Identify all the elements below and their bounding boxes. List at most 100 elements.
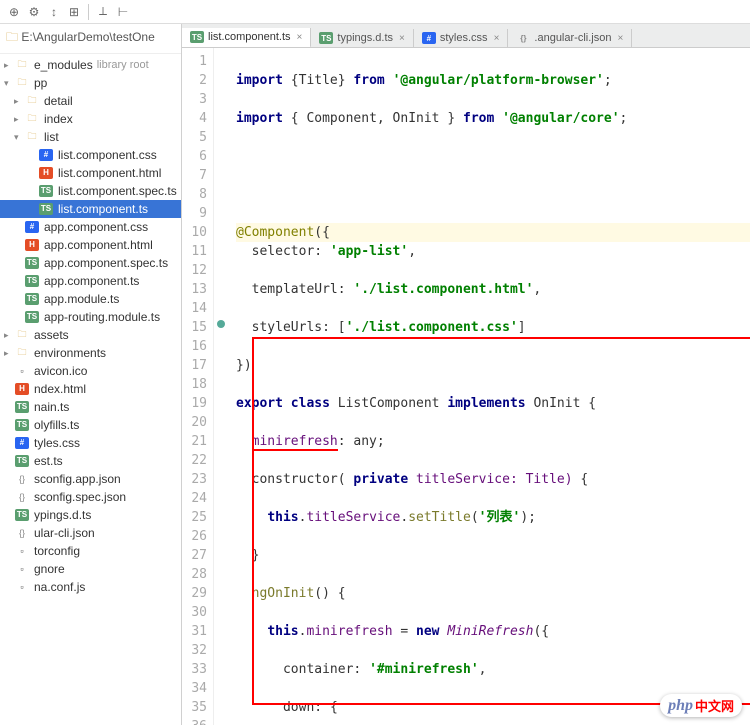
line-number: 6 [182,147,207,166]
tree-item[interactable]: #app.component.css [0,218,181,236]
logo-cn: 中文网 [695,696,734,715]
tree-label: app.component.ts [44,274,139,288]
project-tree[interactable]: ▸🗀e_moduleslibrary root▾🗀pp▸🗀detail▸🗀ind… [0,54,181,598]
tree-label: olyfills.ts [34,418,79,432]
line-number: 34 [182,679,207,698]
toolbar-btn[interactable]: ↕ [44,2,64,22]
project-sidebar: 🗀 E:\AngularDemo\testOne ▸🗀e_moduleslibr… [0,24,182,725]
tree-item[interactable]: ▾🗀 pp [0,74,181,92]
tree-item[interactable]: TSlist.component.spec.ts [0,182,181,200]
tree-item[interactable]: {} sconfig.spec.json [0,488,181,506]
tree-label: est.ts [34,454,63,468]
tree-item[interactable]: {}ular-cli.json [0,524,181,542]
tree-item[interactable]: ▸🗀assets [0,326,181,344]
tree-item[interactable]: TS olyfills.ts [0,416,181,434]
line-number: 16 [182,337,207,356]
expand-arrow-icon: ▾ [4,78,14,89]
tab-label: list.component.ts [208,31,291,43]
tree-item[interactable]: ▸🗀 detail [0,92,181,110]
tree-item[interactable]: #list.component.css [0,146,181,164]
line-number: 10 [182,223,207,242]
line-number: 21 [182,432,207,451]
tree-label: tyles.css [34,436,80,450]
tree-label: list.component.css [58,148,157,162]
file-icon: 🗀 [14,76,30,90]
tree-item[interactable]: TS app.module.ts [0,290,181,308]
watermark-logo: php 中文网 [660,694,742,717]
tab-label: .angular-cli.json [534,32,611,44]
tree-item[interactable]: #tyles.css [0,434,181,452]
line-number: 22 [182,451,207,470]
tree-label: list.component.spec.ts [58,184,177,198]
tree-item[interactable]: ▸🗀environments [0,344,181,362]
tree-item[interactable]: ▾🗀list [0,128,181,146]
file-icon: 🗀 [14,58,30,72]
file-icon: 🗀 [14,328,30,342]
file-icon: {} [14,490,30,504]
tree-item[interactable]: TSapp.component.ts [0,272,181,290]
toolbar-btn[interactable]: ⚙ [24,2,44,22]
tree-item[interactable]: {}sconfig.app.json [0,470,181,488]
tree-item[interactable]: ▫na.conf.js [0,578,181,596]
file-icon: 🗀 [24,112,40,126]
line-number: 25 [182,508,207,527]
file-icon: 🗀 [24,130,40,144]
tree-item[interactable]: ▫avicon.ico [0,362,181,380]
file-icon: H [24,238,40,252]
tree-item[interactable]: TSapp-routing.module.ts [0,308,181,326]
tree-item[interactable]: ▸🗀index [0,110,181,128]
close-icon[interactable]: × [297,32,303,43]
gutter-marker-icon [217,320,225,328]
tree-label: sconfig.spec.json [34,490,126,504]
tree-item[interactable]: ▫torconfig [0,542,181,560]
line-number: 31 [182,622,207,641]
tree-item[interactable]: ▸🗀e_moduleslibrary root [0,56,181,74]
tree-label: pp [34,76,47,90]
tree-item[interactable]: TSlist.component.ts [0,200,181,218]
toolbar-btn[interactable]: ⊞ [64,2,84,22]
line-number: 5 [182,128,207,147]
close-icon[interactable]: × [617,33,623,44]
breadcrumb[interactable]: 🗀 E:\AngularDemo\testOne [0,24,181,54]
tree-item[interactable]: TSest.ts [0,452,181,470]
close-icon[interactable]: × [494,33,500,44]
tree-label: assets [34,328,69,342]
toolbar-btn[interactable]: ⊢ [113,2,133,22]
tree-item[interactable]: ▫gnore [0,560,181,578]
tree-item[interactable]: Hndex.html [0,380,181,398]
tree-label: app-routing.module.ts [44,310,160,324]
code-area[interactable]: import {Title} from '@angular/platform-b… [228,48,750,725]
line-number: 2 [182,71,207,90]
editor-tab[interactable]: {}.angular-cli.json× [508,29,632,47]
editor-pane: TSlist.component.ts×TStypings.d.ts×#styl… [182,24,750,725]
tree-label: sconfig.app.json [34,472,121,486]
tree-label: detail [44,94,73,108]
tree-label: app.module.ts [44,292,119,306]
line-number: 4 [182,109,207,128]
file-icon: TS [14,418,30,432]
line-number: 3 [182,90,207,109]
tree-label: e_modules [34,58,93,72]
line-number: 12 [182,261,207,280]
tree-label: list [44,130,59,144]
expand-arrow-icon: ▸ [14,96,24,107]
close-icon[interactable]: × [399,33,405,44]
line-number: 35 [182,698,207,717]
toolbar-btn[interactable]: ⊕ [4,2,24,22]
tree-item[interactable]: TSapp.component.spec.ts [0,254,181,272]
line-number: 7 [182,166,207,185]
code-editor[interactable]: 1234567891011121314151617181920212223242… [182,48,750,725]
file-icon: H [38,166,54,180]
tree-item[interactable]: Hlist.component.html [0,164,181,182]
editor-tab[interactable]: TSlist.component.ts× [182,28,311,48]
toolbar-btn[interactable]: ⟂ [93,2,113,22]
tree-item[interactable]: TSnain.ts [0,398,181,416]
tree-label: na.conf.js [34,580,85,594]
editor-tab[interactable]: #styles.css× [414,29,509,47]
tree-item[interactable]: TSypings.d.ts [0,506,181,524]
file-icon: TS [24,292,40,306]
top-toolbar: ⊕ ⚙ ↕ ⊞ ⟂ ⊢ [0,0,750,24]
tree-item[interactable]: Happ.component.html [0,236,181,254]
file-icon: 🗀 [24,94,40,108]
editor-tab[interactable]: TStypings.d.ts× [311,29,413,47]
